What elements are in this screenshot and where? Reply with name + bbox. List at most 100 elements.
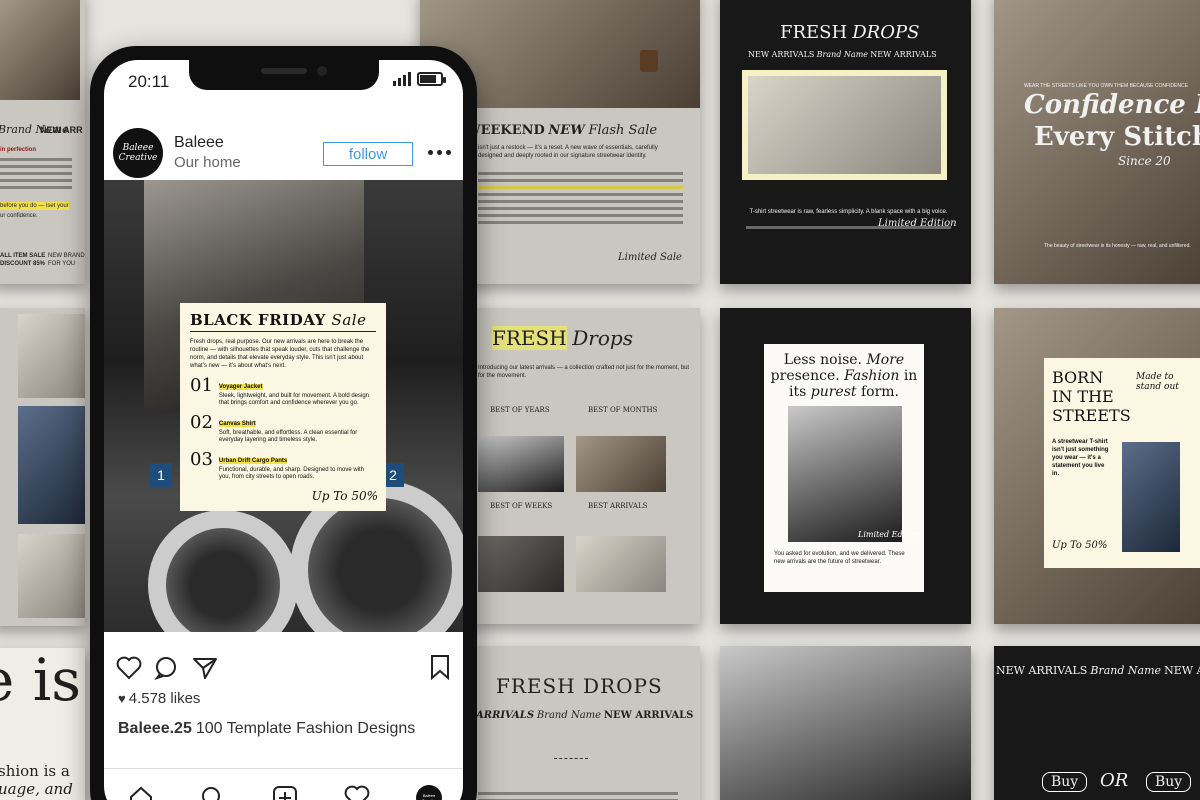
fresh-drops-heading: FRESH DROPS	[780, 22, 920, 43]
less-noise-card: Less noise. More presence. Fashion in it…	[764, 344, 924, 592]
washer-drum	[148, 510, 298, 632]
fresh-drops-heading: FRESH Drops	[492, 326, 633, 350]
watch-photo	[18, 534, 85, 618]
black-friday-intro: Fresh drops, real purpose. Our new arriv…	[190, 339, 370, 369]
post-caption: Baleee.25 100 Template Fashion Designs	[118, 720, 415, 738]
buy-button-left[interactable]: Buy	[1042, 772, 1088, 792]
born-body: A streetwear T-shirt isn't just somethin…	[1052, 439, 1109, 477]
black-friday-title: BLACK FRIDAY Sale	[190, 311, 376, 332]
confidence-title-1: Confidence I	[1024, 90, 1200, 120]
template-tile-left-top: Brand Name NEW ARR in perfection before …	[0, 0, 85, 284]
like-heart-icon[interactable]	[116, 656, 142, 680]
dark-tile-body: T-shirt streetwear is raw, fearless simp…	[749, 209, 948, 215]
bookmark-icon[interactable]	[430, 654, 450, 680]
phone-notch	[189, 60, 379, 90]
product-title: Canvas Shirt	[218, 421, 256, 427]
home-icon[interactable]	[128, 785, 154, 800]
born-upto: Up To 50%	[1052, 540, 1108, 551]
account-name[interactable]: Baleee	[174, 134, 224, 152]
product-number: 02	[190, 412, 213, 433]
product-desc: Functional, durable, and sharp. Designed…	[218, 467, 364, 480]
buy-button-right[interactable]: Buy	[1146, 772, 1192, 792]
born-card: BORN IN THE STREETS Made to stand out A st…	[1044, 358, 1200, 568]
product-title: Urban Drift Cargo Pants	[218, 458, 288, 464]
carousel-badge-left: 1	[150, 463, 172, 487]
body-lines	[0, 158, 72, 193]
status-icons	[393, 72, 446, 86]
product-title: Voyager Jacket	[218, 384, 263, 390]
product-row: 01 Voyager Jacket Sleek, lightweight, and…	[190, 375, 376, 407]
signature: Limited Sale	[618, 252, 682, 263]
confidence-title-2: Every Stitch	[1034, 122, 1200, 152]
fashion-photo	[18, 406, 85, 524]
best-arrivals-label: BEST ARRIVALS	[588, 502, 648, 510]
confidence-tagline: WEAR THE STREETS LIKE YOU OWN THEM BECAU…	[1024, 83, 1188, 89]
share-icon[interactable]	[192, 656, 218, 680]
best-months-label: BEST OF MONTHS	[588, 406, 658, 414]
best-years-label: BEST OF YEARS	[490, 406, 550, 414]
product-row: 03 Urban Drift Cargo Pants Functional, du…	[190, 449, 376, 481]
arrivals-strip: NEW ARRIVALS Brand Name NEW ARRIVALS	[748, 50, 937, 59]
caption-username[interactable]: Baleee.25	[118, 720, 192, 737]
filled-heart-icon: ♥	[118, 691, 126, 706]
product-desc: Sleek, lightweight, and built for moveme…	[218, 393, 369, 406]
template-tile-fresh-drops-text: FRESH DROPS ARRIVALS Brand Name NEW ARRI…	[470, 646, 700, 800]
photo-frame	[742, 70, 947, 180]
add-post-icon[interactable]	[272, 785, 298, 800]
since-text: Since 20	[1118, 154, 1171, 168]
sale-label: ALL ITEM SALE DISCOUNT 85%	[0, 253, 46, 267]
black-friday-card: BLACK FRIDAY Sale Fresh drops, real purp…	[180, 303, 386, 511]
template-tile-born-streets: BORN IN THE STREETS Made to stand out A st…	[994, 308, 1200, 624]
before-text: before you do — lset your	[0, 202, 69, 210]
best-months-photo	[576, 436, 666, 492]
post-actions	[104, 650, 463, 686]
best-weeks-label: BEST OF WEEKS	[490, 502, 553, 510]
follow-button[interactable]: follow	[323, 142, 413, 166]
product-number: 01	[190, 375, 213, 396]
account-avatar[interactable]: Baleee Creative	[113, 128, 163, 178]
template-tile-buy-or-buy: NEW ARRIVALS Brand Name NEW ARRIVALS Buy…	[994, 646, 1200, 800]
signal-icon	[393, 72, 411, 86]
signature: Limited Edition	[858, 530, 921, 539]
battery-icon	[417, 72, 446, 86]
less-noise-body: You asked for evolution, and we delivere…	[774, 551, 905, 565]
discount-text: Up To 50%	[311, 489, 378, 503]
template-tile-left-bottom: e is shion is a uage, and	[0, 648, 85, 800]
tile-photo	[0, 0, 80, 100]
fresh-drops-title: FRESH DROPS	[496, 674, 663, 698]
born-script: Made to stand out	[1136, 372, 1179, 392]
like-count[interactable]: ♥ 4.578 likes	[118, 690, 200, 707]
more-options-icon[interactable]	[428, 150, 451, 155]
search-icon[interactable]	[200, 785, 226, 800]
shadow-photo	[720, 646, 971, 800]
fashion-is-text: shion is a	[0, 762, 70, 780]
status-time: 20:11	[128, 72, 170, 91]
profile-avatar[interactable]: Baleee Creative	[416, 785, 442, 800]
born-heading: BORN IN THE STREETS	[1052, 368, 1131, 425]
activity-heart-icon[interactable]	[344, 785, 370, 800]
flash-sale-heading: WEEKEND NEW Flash Sale	[466, 123, 658, 138]
template-tile-fresh-drops-grid: FRESH Drops Introducing our latest arriv…	[470, 308, 700, 624]
product-desc: Soft, breathable, and effortless. A clea…	[218, 430, 358, 443]
account-location: Our home	[174, 154, 241, 171]
big-is-text: e is	[0, 648, 82, 714]
comment-icon[interactable]	[154, 656, 178, 680]
phone-screen: 20:11 Baleee Creative Baleee Our home fo…	[104, 60, 463, 800]
new-arrivals-text: NEW ARR	[40, 125, 83, 135]
signature: Limited Edition	[878, 218, 957, 229]
post-image[interactable]: 1 2 BLACK FRIDAY Sale Fresh drops, real …	[104, 180, 463, 632]
language-text: uage, and	[0, 780, 73, 798]
handbag-shape	[640, 50, 658, 72]
confidence-text: ur confidence.	[0, 213, 38, 219]
body-lines	[478, 792, 678, 800]
template-tile-confidence: WEAR THE STREETS LIKE YOU OWN THEM BECAU…	[994, 0, 1200, 284]
born-photo	[1122, 442, 1180, 552]
template-tile-shadow	[720, 646, 971, 800]
perfection-text: in perfection	[0, 147, 37, 153]
best-weeks-photo	[478, 536, 564, 592]
template-tile-less-noise: Less noise. More presence. Fashion in it…	[720, 308, 971, 624]
divider	[554, 758, 588, 759]
template-tile-left-mid	[0, 308, 85, 626]
arrivals-strip: NEW ARRIVALS Brand Name NEW ARRIVALS	[996, 664, 1200, 677]
template-tile-dark-fresh-drops: FRESH DROPS NEW ARRIVALS Brand Name NEW …	[720, 0, 971, 284]
